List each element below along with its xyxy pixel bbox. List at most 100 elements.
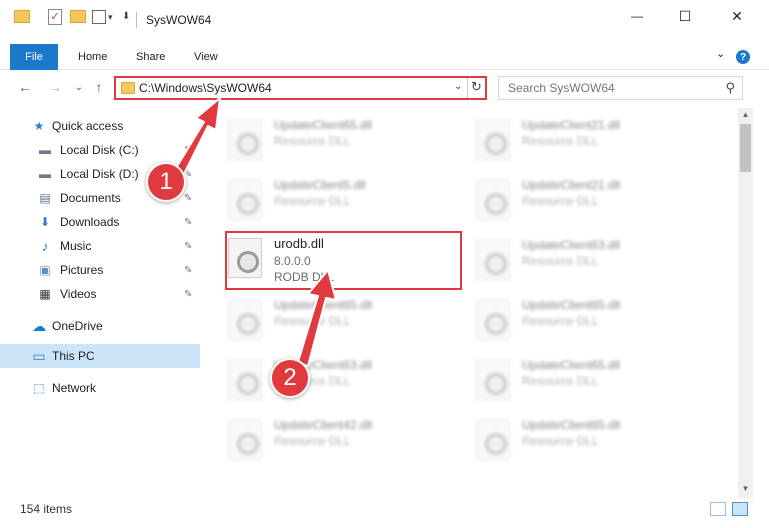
- file-list: UpdateClient65.dll Resource DLL UpdateCl…: [210, 108, 738, 498]
- file-item[interactable]: UpdateClient21.dll Resource DLL: [458, 110, 688, 166]
- address-bar[interactable]: C:\Windows\SysWOW64 ⌄ ↻: [114, 76, 487, 100]
- file-type: Resource DLL: [274, 314, 351, 328]
- tiles-view-icon[interactable]: [732, 502, 748, 516]
- file-item[interactable]: UpdateClient63.dll Resource DLL: [458, 230, 688, 286]
- new-folder-icon[interactable]: [70, 10, 86, 23]
- refresh-icon[interactable]: ↻: [471, 79, 482, 95]
- dll-file-icon: [228, 360, 262, 400]
- dll-file-icon: [476, 300, 510, 340]
- pin-icon[interactable]: ✎: [184, 193, 192, 204]
- folder-icon: [14, 10, 30, 23]
- sidebar-item-videos[interactable]: ▦ Videos ✎: [0, 282, 200, 306]
- properties-icon[interactable]: ✓: [48, 9, 62, 25]
- star-icon: ★: [33, 119, 45, 133]
- sidebar-item-music[interactable]: ♪ Music ✎: [0, 234, 200, 258]
- address-divider: [467, 78, 468, 98]
- chevron-down-icon[interactable]: ▾: [108, 12, 113, 23]
- file-type: Resource DLL: [522, 254, 599, 268]
- video-icon: ▦: [39, 287, 51, 301]
- customize-toolbar-icon[interactable]: ⬇: [122, 11, 130, 22]
- file-item[interactable]: UpdateClient42.dll Resource DLL: [210, 410, 440, 466]
- file-item[interactable]: UpdateClient5.dll Resource DLL: [210, 170, 440, 226]
- tab-file[interactable]: File: [10, 44, 58, 70]
- search-input[interactable]: Search SysWOW64 ⚲: [498, 76, 743, 100]
- network-icon: ⬚: [33, 381, 45, 395]
- file-item[interactable]: UpdateClient65.dll Resource DLL: [210, 110, 440, 166]
- pin-icon[interactable]: ✎: [184, 265, 192, 276]
- minimize-button[interactable]: —: [614, 0, 660, 32]
- tab-home[interactable]: Home: [78, 44, 107, 70]
- expand-ribbon-icon[interactable]: ⌄: [716, 47, 725, 60]
- close-button[interactable]: ✕: [714, 0, 760, 32]
- title-separator: [136, 12, 137, 28]
- file-type: Resource DLL: [522, 134, 599, 148]
- vertical-scrollbar[interactable]: ▲ ▼: [738, 108, 753, 498]
- up-button[interactable]: ↑: [90, 78, 108, 96]
- folder-icon: [121, 82, 135, 94]
- details-view-icon[interactable]: [710, 502, 726, 516]
- search-icon[interactable]: ⚲: [725, 80, 735, 96]
- maximize-button[interactable]: ☐: [662, 0, 708, 32]
- pin-icon[interactable]: ✎: [184, 217, 192, 228]
- file-name: UpdateClient21.dll: [522, 178, 621, 192]
- dll-file-icon: [476, 420, 510, 460]
- document-icon: ▤: [39, 191, 51, 205]
- dll-file-icon: [228, 420, 262, 460]
- help-icon[interactable]: ?: [736, 50, 750, 64]
- title-bar: ✓ ▾ ⬇ SysWOW64 — ☐ ✕: [0, 0, 769, 40]
- file-name: UpdateClient65.dll: [522, 358, 621, 372]
- file-item[interactable]: UpdateClient65.dll Resource DLL: [210, 290, 440, 346]
- dll-file-icon: [228, 120, 262, 160]
- music-icon: ♪: [41, 238, 49, 254]
- pin-icon[interactable]: ✎: [184, 241, 192, 252]
- back-button[interactable]: ←: [16, 78, 34, 96]
- address-dropdown-icon[interactable]: ⌄: [454, 81, 462, 92]
- file-name: UpdateClient5.dll: [274, 178, 366, 192]
- sidebar-item-quick-access[interactable]: ★ Quick access: [0, 114, 200, 138]
- file-type: Resource DLL: [522, 374, 599, 388]
- sidebar-item-this-pc[interactable]: ▭ This PC: [0, 344, 200, 368]
- dll-file-icon: [476, 240, 510, 280]
- pin-icon[interactable]: ✎: [184, 145, 192, 156]
- file-name: UpdateClient65.dll: [522, 298, 621, 312]
- sidebar-item-network[interactable]: ⬚ Network: [0, 376, 200, 400]
- file-item[interactable]: UpdateClient65.dll Resource DLL: [458, 290, 688, 346]
- file-item[interactable]: UpdateClient65.dll Resource DLL: [458, 350, 688, 406]
- sidebar-item-label: Quick access: [52, 119, 124, 133]
- pin-icon[interactable]: ✎: [184, 289, 192, 300]
- file-item[interactable]: UpdateClient63.dll Resource DLL: [210, 350, 440, 406]
- address-path[interactable]: C:\Windows\SysWOW64: [139, 81, 272, 95]
- file-type: Resource DLL: [274, 134, 351, 148]
- tab-view[interactable]: View: [194, 44, 218, 70]
- tab-share[interactable]: Share: [136, 44, 165, 70]
- file-type: Resource DLL: [522, 434, 599, 448]
- file-type: Resource DLL: [274, 434, 351, 448]
- file-name: UpdateClient63.dll: [522, 238, 621, 252]
- sidebar-item-label: OneDrive: [52, 319, 103, 333]
- file-name: UpdateClient65.dll: [274, 118, 373, 132]
- pictures-icon: ▣: [39, 263, 51, 277]
- sidebar-item-pictures[interactable]: ▣ Pictures ✎: [0, 258, 200, 282]
- file-item[interactable]: UpdateClient65.dll Resource DLL: [458, 410, 688, 466]
- drive-icon: ▬: [39, 143, 51, 157]
- scroll-down-arrow-icon[interactable]: ▼: [738, 484, 753, 498]
- sidebar-item-label: Downloads: [60, 215, 120, 229]
- view-options-icon[interactable]: [92, 10, 106, 24]
- sidebar-item-label: Videos: [60, 287, 97, 301]
- status-bar: 154 items: [0, 498, 769, 520]
- file-item[interactable]: UpdateClient21.dll Resource DLL: [458, 170, 688, 226]
- sidebar-item-local-disk-c[interactable]: ▬ Local Disk (C:) ✎: [0, 138, 200, 162]
- sidebar-item-label: Local Disk (D:): [60, 167, 139, 181]
- file-type: Resource DLL: [522, 194, 599, 208]
- file-name: UpdateClient65.dll: [522, 418, 621, 432]
- sidebar-item-label: Documents: [60, 191, 121, 205]
- recent-locations-button[interactable]: ⌄: [70, 78, 88, 96]
- scroll-thumb[interactable]: [740, 124, 751, 172]
- step-2-badge: 2: [270, 358, 310, 398]
- sidebar-item-onedrive[interactable]: ☁ OneDrive: [0, 314, 200, 338]
- dll-file-icon: [476, 360, 510, 400]
- scroll-up-arrow-icon[interactable]: ▲: [738, 110, 753, 124]
- ribbon-tabs: File Home Share View ⌄: [0, 44, 769, 70]
- forward-button[interactable]: →: [46, 78, 64, 96]
- sidebar-item-downloads[interactable]: ⬇ Downloads ✎: [0, 210, 200, 234]
